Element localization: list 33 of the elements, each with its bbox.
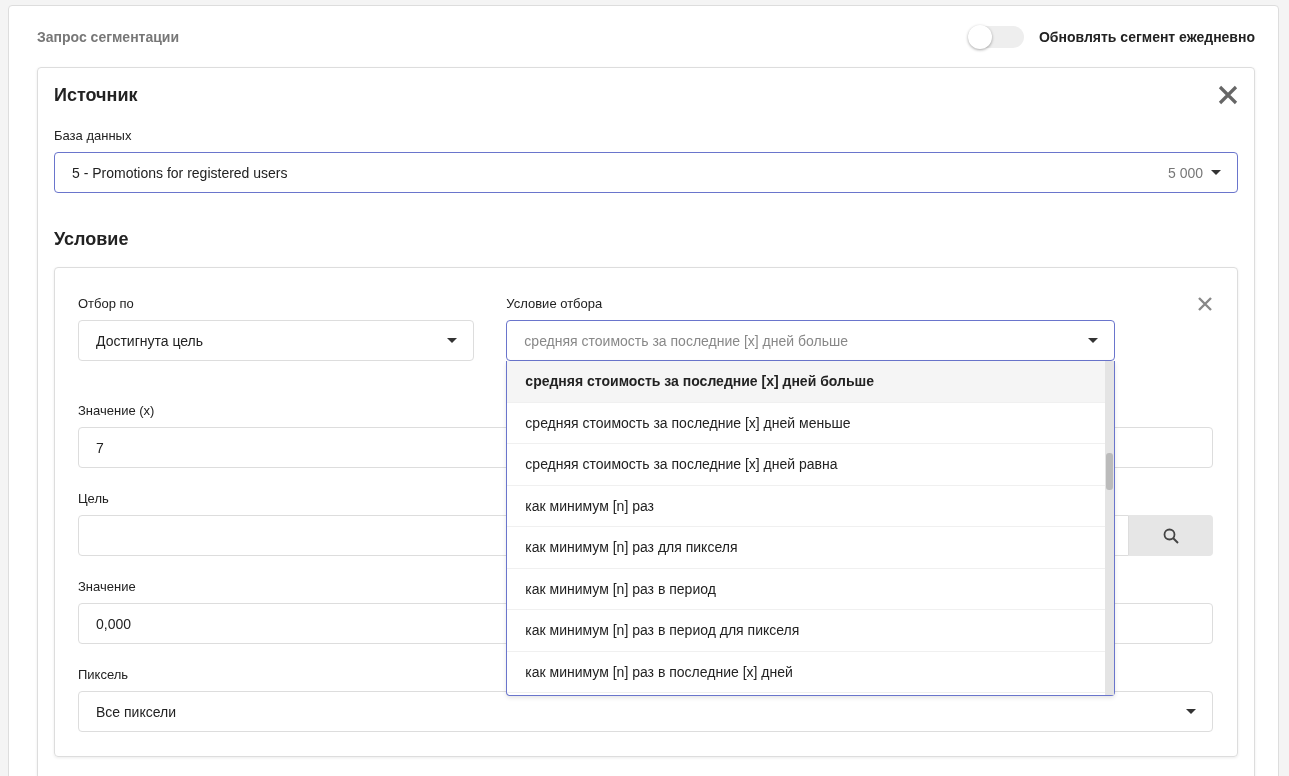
caret-icon — [1088, 337, 1098, 344]
field-label: Пиксель — [78, 667, 129, 682]
database-select[interactable]: 5 - Promotions for registered users 5 000 — [54, 152, 1238, 193]
field-label: Значение (x) — [78, 403, 155, 418]
field-label: Отбор по — [78, 296, 135, 311]
dropdown-option[interactable]: как минимум [n] раз для пикселя — [507, 527, 1105, 569]
source-title: Источник — [54, 84, 138, 106]
close-icon[interactable] — [1197, 296, 1213, 312]
pixel-select[interactable]: Все пиксели — [78, 691, 1213, 732]
field-label: База данных — [54, 128, 132, 143]
dropdown-option[interactable]: как минимум [n] раз в последние [x] дней — [507, 651, 1105, 693]
form-title: Запрос сегментации — [37, 28, 180, 45]
dropdown-option[interactable]: как минимум [n] раз — [507, 485, 1105, 527]
dropdown-option[interactable]: как минимум [n] раз в период — [507, 568, 1105, 610]
dropdown-option[interactable]: средняя стоимость за последние [x] дней равна — [507, 444, 1105, 486]
field-label: Цель — [78, 491, 109, 506]
filter-by-select[interactable]: Достигнута цель — [78, 320, 475, 361]
dropdown-option[interactable]: как минимум [n] раз в период для пикселя — [507, 610, 1105, 652]
field-label: Значение — [78, 579, 136, 594]
dropdown-option[interactable]: средняя стоимость за последние [x] дней больше — [507, 361, 1105, 403]
caret-icon — [1211, 169, 1221, 176]
condition-title: Условие — [54, 229, 130, 250]
close-icon[interactable] — [1218, 85, 1238, 105]
caret-icon — [1186, 708, 1196, 715]
scrollbar[interactable] — [1105, 361, 1114, 695]
caret-icon — [447, 337, 458, 344]
dropdown-option[interactable]: средняя стоимость за последние [x] дней меньше — [507, 402, 1105, 444]
toggle-label: Обновлять сегмент ежедневно — [1039, 28, 1255, 45]
daily-update-toggle[interactable] — [968, 25, 1024, 48]
search-button[interactable] — [1129, 515, 1213, 556]
field-label: Условие отбора — [506, 296, 604, 311]
search-icon — [1163, 527, 1179, 544]
filter-condition-select[interactable]: средняя стоимость за последние [x] дней больше — [506, 320, 1115, 361]
